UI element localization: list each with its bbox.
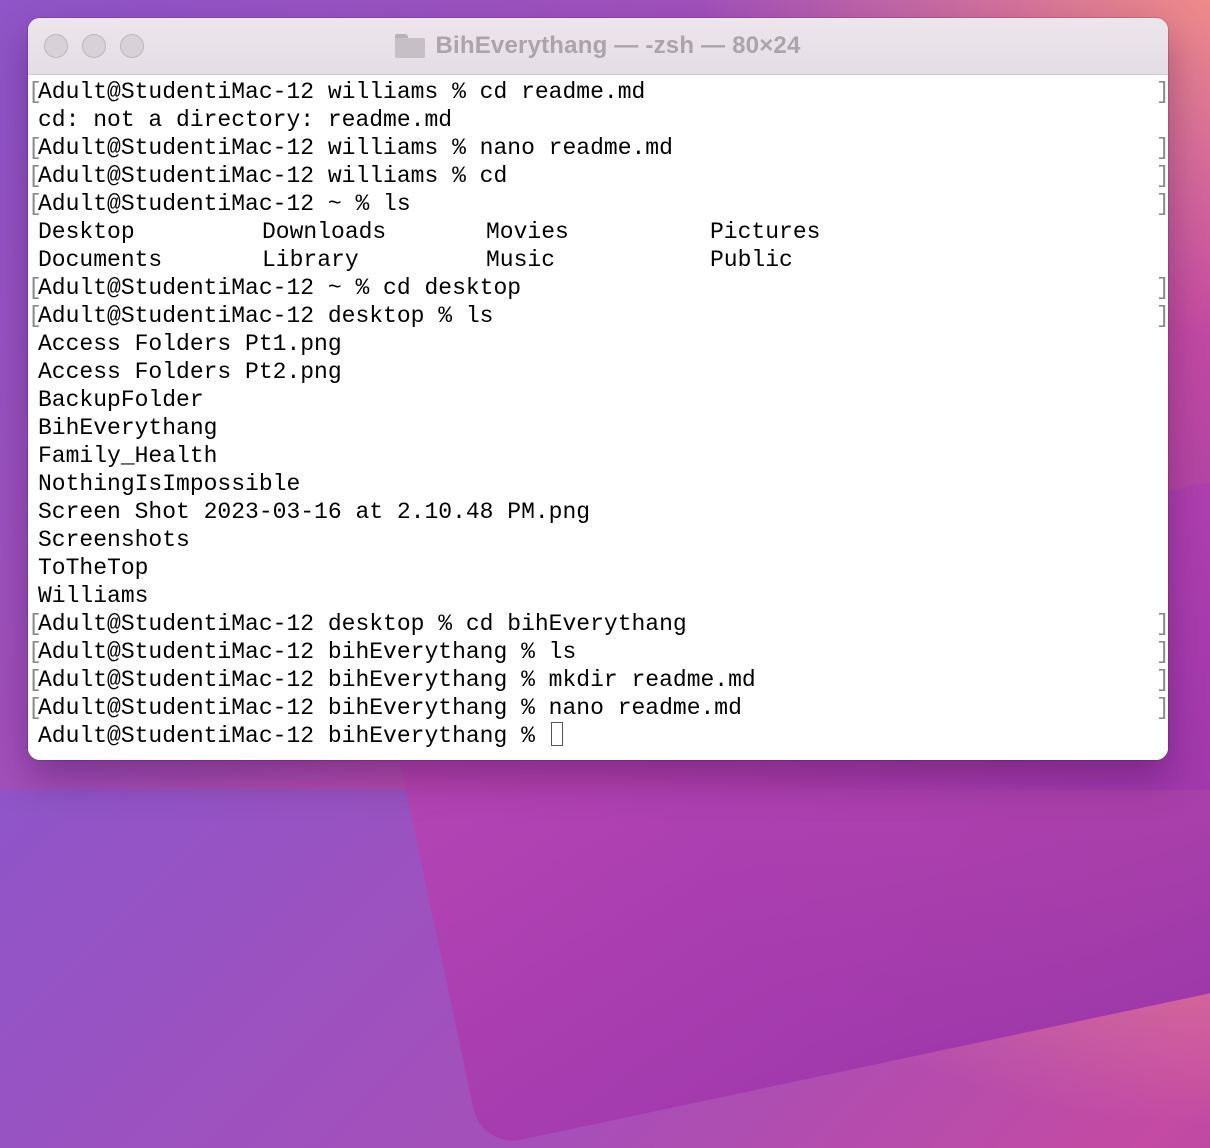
output-text: cd: not a directory: readme.md	[38, 107, 453, 133]
ls-output-row: Desktop Downloads Movies Pictures	[38, 218, 934, 246]
text-cursor[interactable]	[550, 722, 563, 746]
output-text: Adult@StudentiMac-12 bihEverythang %	[38, 723, 549, 749]
mark-bracket-right: ]	[1156, 694, 1168, 722]
output-text: Williams	[38, 583, 149, 609]
ls-entry: Desktop	[38, 219, 135, 245]
mark-bracket-right: ]	[1156, 78, 1168, 106]
window-title-group: BihEverythang — -zsh — 80×24	[28, 18, 1168, 74]
folder-icon	[395, 34, 426, 58]
command-prompt-line: Adult@StudentiMac-12 desktop % ls	[38, 303, 494, 329]
command-prompt-line: Adult@StudentiMac-12 desktop % cd bihEve…	[38, 611, 687, 637]
terminal-line: Williams	[38, 582, 148, 610]
terminal-line: Adult@StudentiMac-12 williams % cd readm…	[38, 78, 645, 106]
output-text: NothingIsImpossible	[38, 471, 301, 497]
ls-output-row: Documents Library Music Public	[38, 246, 934, 274]
command-prompt-line: Adult@StudentiMac-12 williams % cd readm…	[38, 79, 646, 105]
command-prompt-line: Adult@StudentiMac-12 bihEverythang % nan…	[38, 695, 742, 721]
mark-bracket-right: ]	[1156, 610, 1168, 638]
terminal-line: Adult@StudentiMac-12 ~ % ls	[38, 190, 411, 218]
command-prompt-line: Adult@StudentiMac-12 ~ % cd desktop	[38, 275, 522, 301]
terminal-line: ToTheTop	[38, 554, 148, 582]
terminal-line: Adult@StudentiMac-12 bihEverythang % nan…	[38, 694, 742, 722]
ls-entry: Movies	[486, 219, 569, 245]
terminal-line: NothingIsImpossible	[38, 470, 300, 498]
output-text: Screen Shot 2023-03-16 at 2.10.48 PM.png	[38, 499, 591, 525]
command-prompt-line: Adult@StudentiMac-12 bihEverythang % ls	[38, 639, 577, 665]
terminal-line: Screen Shot 2023-03-16 at 2.10.48 PM.png	[38, 498, 590, 526]
terminal-line: Family_Health	[38, 442, 217, 470]
command-prompt-line: Adult@StudentiMac-12 williams % cd	[38, 163, 508, 189]
mark-bracket-right: ]	[1156, 302, 1168, 330]
ls-entry: Documents	[38, 247, 163, 273]
command-prompt-line: Adult@StudentiMac-12 ~ % ls	[38, 191, 411, 217]
terminal-line: Adult@StudentiMac-12 bihEverythang % mkd…	[38, 666, 756, 694]
terminal-line: Adult@StudentiMac-12 williams % nano rea…	[38, 134, 673, 162]
terminal-line: Adult@StudentiMac-12 desktop % ls	[38, 302, 493, 330]
output-text: Family_Health	[38, 443, 218, 469]
output-text: BihEverythang	[38, 415, 218, 441]
terminal-line: BackupFolder	[38, 386, 204, 414]
mark-bracket-right: ]	[1156, 162, 1168, 190]
command-prompt-line: Adult@StudentiMac-12 bihEverythang % mkd…	[38, 667, 756, 693]
terminal-line: Adult@StudentiMac-12 ~ % cd desktop	[38, 274, 521, 302]
ls-entry: Public	[710, 247, 793, 273]
output-text: Screenshots	[38, 527, 190, 553]
output-text: BackupFolder	[38, 387, 204, 413]
mark-bracket-right: ]	[1156, 638, 1168, 666]
output-text: ToTheTop	[38, 555, 149, 581]
terminal-line: cd: not a directory: readme.md	[38, 106, 452, 134]
terminal-line: Adult@StudentiMac-12 bihEverythang % ls	[38, 638, 576, 666]
ls-entry: Music	[486, 247, 556, 273]
terminal-line: Adult@StudentiMac-12 williams % cd	[38, 162, 507, 190]
ls-entry: Library	[262, 247, 359, 273]
terminal-line: BihEverythang	[38, 414, 217, 442]
terminal-output[interactable]: []Adult@StudentiMac-12 williams % cd rea…	[28, 78, 1168, 760]
command-prompt-line: Adult@StudentiMac-12 williams % nano rea…	[38, 135, 673, 161]
output-text: Access Folders Pt2.png	[38, 359, 342, 385]
terminal-line: Adult@StudentiMac-12 bihEverythang %	[38, 722, 563, 750]
mark-bracket-right: ]	[1156, 274, 1168, 302]
terminal-line: Access Folders Pt1.png	[38, 330, 342, 358]
terminal-line: Screenshots	[38, 526, 190, 554]
ls-entry: Downloads	[262, 219, 387, 245]
terminal-line: Access Folders Pt2.png	[38, 358, 342, 386]
window-title: BihEverythang — -zsh — 80×24	[435, 32, 801, 59]
mark-bracket-right: ]	[1156, 190, 1168, 218]
output-text: Access Folders Pt1.png	[38, 331, 342, 357]
terminal-window[interactable]: BihEverythang — -zsh — 80×24 []Adult@Stu…	[28, 18, 1168, 760]
title-bar[interactable]: BihEverythang — -zsh — 80×24	[28, 18, 1168, 75]
terminal-line: Adult@StudentiMac-12 desktop % cd bihEve…	[38, 610, 687, 638]
ls-entry: Pictures	[710, 219, 821, 245]
mark-bracket-right: ]	[1156, 134, 1168, 162]
mark-bracket-right: ]	[1156, 666, 1168, 694]
